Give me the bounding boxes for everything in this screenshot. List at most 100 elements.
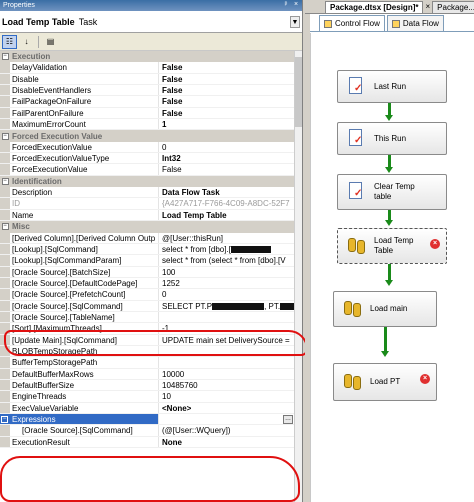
property-row[interactable]: ForceExecutionValue False [0, 164, 302, 176]
property-value[interactable] [159, 312, 302, 322]
property-value[interactable]: False [159, 85, 302, 95]
property-value[interactable]: 10000 [159, 369, 302, 379]
property-row-expressions[interactable]: − Expressions … [0, 414, 302, 426]
task-load-pt[interactable]: Load PT × [333, 363, 437, 401]
pin-icon[interactable]: ᵖ [282, 1, 290, 9]
collapse-icon[interactable]: − [1, 416, 8, 423]
chevron-down-icon[interactable]: ▼ [290, 16, 300, 28]
collapse-icon[interactable]: − [1, 132, 9, 140]
collapse-icon[interactable]: − [1, 177, 9, 185]
object-selector[interactable]: Load Temp Table Task ▼ [0, 11, 302, 33]
task-load-main[interactable]: Load main [333, 291, 437, 327]
property-value[interactable]: False [159, 164, 302, 174]
property-row[interactable]: DisableEventHandlers False [0, 85, 302, 97]
doc-tab-package-design[interactable]: Package.dtsx [Design]* [325, 1, 424, 13]
property-value[interactable]: False [159, 62, 302, 72]
property-row[interactable]: FailPackageOnFailure False [0, 96, 302, 108]
properties-toolbar: ☷ ↓ ▤ [0, 33, 302, 51]
property-value[interactable] [159, 357, 302, 367]
property-value[interactable]: Int32 [159, 153, 302, 163]
property-value[interactable]: 0 [159, 289, 302, 299]
category-forced-execution[interactable]: − Forced Execution Value [0, 130, 302, 142]
property-value[interactable]: 10485760 [159, 380, 302, 390]
precedence-connector[interactable] [388, 103, 391, 115]
property-row[interactable]: BLOBTempStoragePath [0, 345, 302, 358]
alphabetical-icon[interactable]: ↓ [19, 35, 34, 49]
category-misc[interactable]: − Misc [0, 221, 302, 233]
property-value[interactable]: None [159, 437, 302, 447]
vertical-scrollbar[interactable] [294, 51, 302, 502]
property-value[interactable]: 1252 [159, 278, 302, 288]
property-row[interactable]: ForcedExecutionValue 0 [0, 141, 302, 154]
precedence-connector[interactable] [384, 327, 387, 351]
task-clear-temp-table[interactable]: ✓ Clear Temp table [337, 174, 447, 210]
property-value[interactable]: False [159, 74, 302, 84]
property-value[interactable] [159, 346, 302, 356]
property-row[interactable]: [Lookup].[SqlCommand] select * from [dbo]… [0, 243, 302, 256]
categorized-icon[interactable]: ☷ [2, 34, 17, 49]
task-last-run[interactable]: ✓ Last Run [337, 70, 447, 103]
property-value[interactable]: UPDATE main set DeliverySource = [159, 335, 302, 345]
property-value[interactable]: Load Temp Table [159, 210, 302, 220]
property-row[interactable]: Name Load Temp Table [0, 209, 302, 222]
property-row[interactable]: [Oracle Source].[BatchSize] 100 [0, 266, 302, 278]
property-row[interactable]: DelayValidation False [0, 62, 302, 74]
property-value-text: SELECT PT.P [162, 301, 213, 311]
property-row[interactable]: [Oracle Source].[TableName] [0, 311, 302, 324]
property-value[interactable]: Data Flow Task [159, 187, 302, 197]
property-row[interactable]: Disable False [0, 73, 302, 86]
property-value[interactable]: 10 [159, 391, 302, 401]
category-execution[interactable]: − Execution [0, 51, 302, 63]
property-value[interactable] [159, 414, 302, 424]
property-row[interactable]: ExecutionResult None [0, 436, 302, 449]
collapse-icon[interactable]: − [1, 223, 9, 231]
property-value[interactable]: select * from [dbo].[ [159, 244, 302, 254]
property-row[interactable]: BufferTempStoragePath [0, 357, 302, 369]
property-value[interactable]: (@[User::WQuery]) [159, 425, 302, 435]
property-row[interactable]: [Oracle Source].[PrefetchCount] 0 [0, 289, 302, 301]
task-this-run[interactable]: ✓ This Run [337, 122, 447, 155]
tab-control-flow[interactable]: Control Flow [319, 15, 385, 31]
property-row[interactable]: ForcedExecutionValueType Int32 [0, 153, 302, 165]
property-row[interactable]: MaximumErrorCount 1 [0, 119, 302, 131]
tab-data-flow[interactable]: Data Flow [386, 15, 444, 31]
ellipsis-button[interactable]: … [283, 415, 293, 424]
property-row[interactable]: [Update Main].[SqlCommand] UPDATE main se… [0, 334, 302, 346]
collapse-icon[interactable]: − [1, 53, 9, 61]
property-row[interactable]: DefaultBufferSize 10485760 [0, 379, 302, 392]
property-value[interactable]: -1 [159, 323, 302, 333]
task-load-temp-table[interactable]: Load Temp Table × [337, 228, 447, 264]
property-row[interactable]: Description Data Flow Task [0, 187, 302, 199]
property-row[interactable]: DefaultBufferMaxRows 10000 [0, 368, 302, 380]
property-row[interactable]: EngineThreads 10 [0, 391, 302, 403]
selected-object-type: Task [78, 16, 98, 27]
property-value[interactable]: 1 [159, 119, 302, 129]
precedence-connector[interactable] [388, 155, 391, 167]
property-row[interactable]: [Lookup].[SqlCommandParam] select * from … [0, 255, 302, 267]
doc-tab-package[interactable]: Package... [432, 1, 474, 13]
precedence-connector[interactable] [388, 264, 391, 281]
property-row[interactable]: ExecValueVariable <None> [0, 402, 302, 414]
property-row[interactable]: [Derived Column].[Derived Column Outp @[U… [0, 232, 302, 244]
property-row-oracle-sqlcommand[interactable]: [Oracle Source].[SqlCommand] SELECT PT.P,… [0, 300, 302, 312]
property-row[interactable]: FailParentOnFailure False [0, 107, 302, 120]
property-row[interactable]: [Oracle Source].[SqlCommand] (@[User::WQu… [0, 425, 302, 437]
property-row[interactable]: [Sort].[MaximumThreads] -1 [0, 323, 302, 335]
scrollbar-thumb[interactable] [295, 57, 302, 127]
property-value[interactable]: @[User::thisRun] [159, 233, 302, 243]
property-row[interactable]: [Oracle Source].[DefaultCodePage] 1252 [0, 277, 302, 290]
property-pages-icon[interactable]: ▤ [43, 35, 58, 49]
close-icon[interactable]: × [425, 1, 430, 13]
property-value[interactable]: False [159, 96, 302, 106]
property-value[interactable]: False [159, 108, 302, 118]
property-value[interactable]: select * from (select * from [dbo].[V [159, 255, 302, 265]
category-identification[interactable]: − Identification [0, 175, 302, 188]
property-name: FailParentOnFailure [10, 107, 159, 119]
property-name: [Lookup].[SqlCommand] [10, 243, 159, 255]
property-value[interactable]: 100 [159, 267, 302, 277]
property-value[interactable]: SELECT PT.P , PT. [159, 301, 302, 311]
control-flow-canvas[interactable]: ✓ Last Run ✓ This Run ✓ Clear Temp table… [310, 33, 474, 502]
property-value[interactable]: <None> [159, 403, 302, 413]
close-icon[interactable]: × [292, 1, 300, 9]
property-value[interactable]: 0 [159, 142, 302, 152]
